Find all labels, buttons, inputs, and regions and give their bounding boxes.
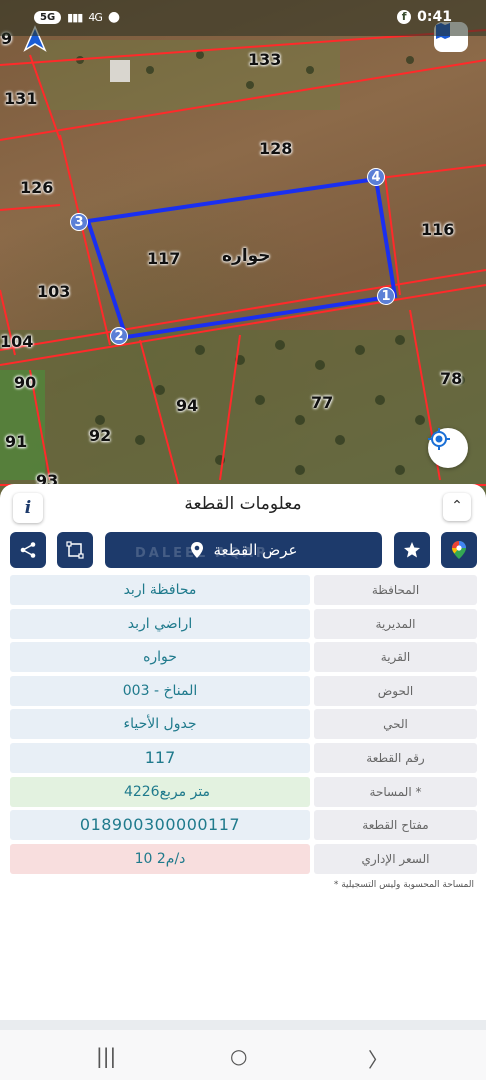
parcel-label: 77 [311,393,334,412]
parcel-label: 133 [248,50,282,69]
detail-row-directorate: اراضي اربد المديرية [10,608,477,639]
gps-target-icon [428,428,450,450]
detail-label: المساحة * [314,776,477,807]
detail-row-price: 10 د/م2 السعر الإداري [10,843,477,874]
share-icon [20,542,36,558]
detail-value: المناخ - 003 [10,675,310,706]
status-clock: f 0:41 [397,9,452,25]
area-footnote: * المساحة المحسوبة وليس التسجيلية [333,880,474,890]
parcel-label: 131 [4,89,38,108]
village-label: حواره [222,246,271,266]
parcel-label: 126 [20,178,54,197]
parcel-label: 116 [421,220,455,239]
recents-button[interactable]: ||| [96,1044,116,1068]
parcel-label: 128 [259,139,293,158]
parcel-label: 104 [0,332,34,351]
parcel-label: 92 [89,426,112,445]
area-number: 4226 [123,783,160,800]
detail-label: مفتاح القطعة [314,810,477,841]
sheet-header: i معلومات القطعة ⌃ [0,484,486,528]
detail-row-area: متر مربع4226 المساحة * [10,776,477,807]
status-bar: 5G ▮▮▮ 4G ● f 0:41 [0,0,486,36]
sheet-title: معلومات القطعة [184,494,302,514]
detail-label: المحافظة [314,575,477,605]
detail-row-basin: المناخ - 003 الحوض [10,675,477,706]
network-badge: 5G [34,10,62,24]
olive-grove-area [0,330,486,500]
share-button[interactable] [10,532,46,568]
signal-icon: ▮▮▮ [67,10,83,24]
parcel-label: 78 [440,369,463,388]
detail-label: الحي [314,709,477,740]
parcel-label: 103 [37,282,71,301]
building [110,60,130,82]
parcel-label: 94 [176,396,199,415]
clock-time: 0:41 [417,9,452,25]
detail-label: القرية [314,642,477,673]
detail-row-plot-key: 018900300000117 مفتاح القطعة [10,810,477,841]
detail-row-governorate: محافظة اربد المحافظة [10,575,477,605]
location-pin-icon [191,542,204,558]
detail-row-village: حواره القرية [10,642,477,673]
area-value: متر مربع4226 [10,776,310,807]
detail-row-neighborhood: جدول الأحياء الحي [10,709,477,740]
show-plot-label: عرض القطعة [213,541,298,559]
polygon-icon [66,541,84,559]
google-maps-icon [452,541,466,559]
plot-details-table: محافظة اربد المحافظة اراضي اربد المديرية… [10,575,477,877]
collapse-button[interactable]: ⌃ [443,493,471,521]
parcel-label: 117 [147,249,181,268]
status-indicators: 5G ▮▮▮ 4G ● [34,9,120,25]
vertex-marker: 3 [70,213,88,231]
area-unit: متر مربع [159,783,211,800]
detail-row-plot-number: 117 رقم القطعة [10,742,477,773]
vertex-marker: 2 [110,327,128,345]
detail-value: محافظة اربد [10,575,310,605]
detail-value: اراضي اربد [10,608,310,639]
detail-value: 117 [10,742,310,773]
detail-value: حواره [10,642,310,673]
favorite-button[interactable] [394,532,430,568]
home-button[interactable]: ○ [230,1044,247,1068]
parcel-label: 90 [14,373,37,392]
location-icon: ● [107,9,121,25]
detail-label: المديرية [314,608,477,639]
detail-value: جدول الأحياء [10,709,310,740]
polygon-button[interactable] [57,532,93,568]
parcel-label: 91 [5,432,28,451]
facebook-icon: f [397,10,412,24]
detail-label: السعر الإداري [314,843,477,874]
map-view[interactable]: 133 131 128 126 116 117 103 104 90 94 77… [0,0,486,500]
vertex-marker: 1 [377,287,395,305]
google-maps-button[interactable] [441,532,477,568]
locate-me-button[interactable] [428,428,468,468]
plot-toolbar: DALEEL AQAR عرض القطعة [10,532,477,568]
plot-key-value[interactable]: 018900300000117 [10,810,310,841]
detail-label: رقم القطعة [314,742,477,773]
price-value: 10 د/م2 [10,843,310,874]
back-button[interactable]: 〉 [368,1044,388,1073]
signal-text: 4G [88,10,102,24]
detail-label: الحوض [314,675,477,706]
star-icon [404,542,420,558]
plot-info-sheet: i معلومات القطعة ⌃ DALEEL AQAR عرض القطع… [0,484,486,1080]
vertex-marker: 4 [367,168,385,186]
show-plot-button[interactable]: DALEEL AQAR عرض القطعة [105,532,382,568]
system-navigation-bar: ||| ○ 〉 [0,1030,486,1080]
